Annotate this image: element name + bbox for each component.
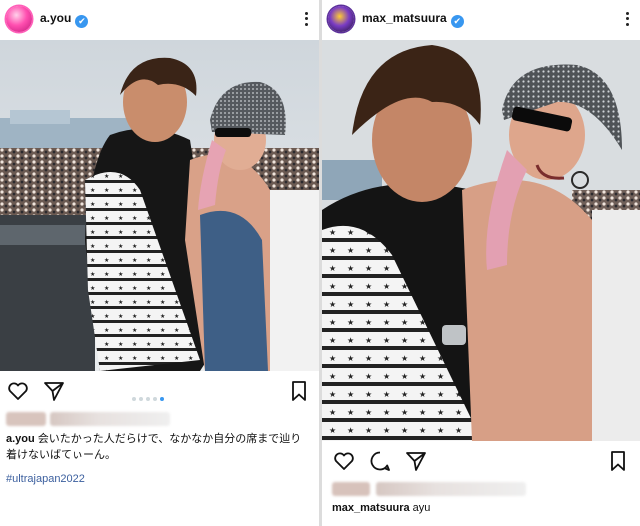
heart-icon[interactable]	[332, 449, 356, 473]
caption-text: ayu	[412, 502, 431, 514]
verified-badge-icon: ✔	[75, 15, 89, 28]
comment-icon[interactable]	[368, 449, 392, 473]
post-username[interactable]: a.you ✔	[40, 11, 89, 28]
liked-by-text-blurred	[50, 412, 170, 426]
heart-icon[interactable]	[6, 379, 30, 403]
carousel-dot	[132, 397, 136, 401]
send-icon[interactable]	[404, 449, 428, 473]
photo-illustration: ★	[0, 40, 319, 371]
carousel-dot	[139, 397, 143, 401]
carousel-dot-active	[160, 397, 164, 401]
post-actions	[0, 377, 319, 405]
caption-hashtag[interactable]: #ultrajapan2022	[6, 473, 85, 485]
profile-avatar-icon[interactable]	[6, 6, 32, 32]
carousel-dot	[153, 397, 157, 401]
username-text[interactable]: a.you	[40, 11, 71, 25]
send-icon[interactable]	[42, 379, 66, 403]
liked-by-text-blurred	[376, 482, 526, 496]
post-header: a.you ✔	[0, 0, 319, 40]
post-card-max-matsuura: max_matsuura✔ ★	[322, 0, 640, 526]
photo-illustration: ★	[322, 40, 640, 441]
profile-avatar-icon[interactable]	[328, 6, 354, 32]
caption-username[interactable]: a.you	[6, 433, 35, 445]
post-actions	[322, 447, 640, 475]
post-caption: max_matsuura ayu	[332, 500, 638, 516]
post-photo[interactable]: ★	[322, 40, 640, 441]
post-photo[interactable]: ★	[0, 40, 319, 371]
verified-badge-icon: ✔	[450, 15, 464, 28]
caption-username[interactable]: max_matsuura	[332, 502, 410, 514]
carousel-indicator	[132, 388, 167, 401]
post-username[interactable]: max_matsuura ✔	[362, 11, 464, 28]
bookmark-icon[interactable]	[606, 449, 630, 473]
more-vertical-icon[interactable]	[624, 10, 630, 28]
caption-text: 会いたかった人だらけで、なかなか自分の席まで辿り着けないばてぃーん。	[6, 433, 302, 461]
username-text[interactable]: max_matsuura	[362, 11, 447, 25]
post-card-a-you: a.you ✔ ★	[0, 0, 319, 526]
bookmark-icon[interactable]	[287, 379, 311, 403]
carousel-dot	[146, 397, 150, 401]
post-header: max_matsuura ✔	[322, 0, 640, 40]
liked-by-avatar-blurred	[6, 412, 46, 426]
liked-by-avatar-blurred	[332, 482, 370, 496]
more-vertical-icon[interactable]	[303, 10, 309, 28]
post-caption: a.you 会いたかった人だらけで、なかなか自分の席まで辿り着けないばてぃーん。	[6, 431, 312, 463]
